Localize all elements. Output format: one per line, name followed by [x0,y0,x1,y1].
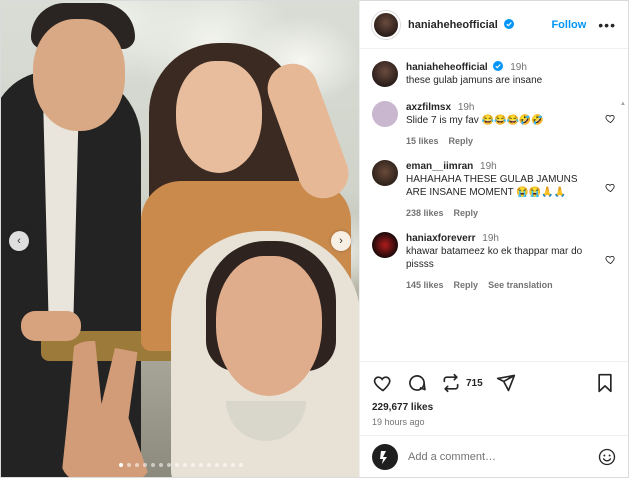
caption: haniaheheofficial 19h these gulab jamuns… [372,61,616,87]
avatar[interactable] [372,61,398,87]
author-name-text: haniaheheofficial [408,18,498,31]
likes-count[interactable]: 229,677 likes [372,402,616,413]
repost-icon [443,373,459,393]
heart-icon[interactable] [605,182,616,193]
more-options-icon[interactable]: ••• [598,17,616,33]
comment-item: haniaxforeverr 19h khawar batameez ko ek… [372,232,616,290]
avatar[interactable] [372,443,398,470]
reply-button[interactable]: Reply [449,136,474,146]
author-username[interactable]: haniaheheofficial [408,18,514,31]
carousel-dot [159,463,163,467]
repost-button[interactable] [440,372,462,394]
avatar[interactable] [372,160,398,186]
carousel-dot [119,463,123,467]
carousel-dot [135,463,139,467]
add-comment-bar [360,435,628,477]
repost-count: 715 [466,377,483,389]
comment-time: 19h [482,233,499,244]
post-header: haniaheheofficial Follow ••• [360,1,628,49]
follow-button[interactable]: Follow [551,19,586,31]
comment-button[interactable] [406,372,428,394]
carousel-dot [127,463,131,467]
comment-likes[interactable]: 15 likes [406,136,439,146]
verified-badge-icon [493,61,504,71]
avatar[interactable] [372,101,398,127]
post-actions: 715 229,677 likes 19 hours ago [360,361,628,435]
carousel-dot [239,463,243,467]
post-modal: ‹ › haniaheheofficial Follow ••• ▲ hania… [0,0,629,478]
carousel-dot [223,463,227,467]
carousel-dot [183,463,187,467]
like-button[interactable] [372,372,394,394]
caption-username[interactable]: haniaheheofficial [406,62,488,73]
comments-list[interactable]: ▲ haniaheheofficial 19h these gulab jamu… [360,49,628,361]
comment-username[interactable]: haniaxforeverr [406,233,475,244]
carousel-dot [167,463,171,467]
photo-figure [33,19,125,131]
comment-text: khawar batameez ko ek thappar mar do pis… [406,246,583,270]
comment-time: 19h [480,161,497,172]
heart-icon[interactable] [605,254,616,265]
post-photo[interactable]: ‹ › [1,1,359,477]
reply-button[interactable]: Reply [454,280,479,290]
caption-time: 19h [510,62,527,73]
photo-figure [176,61,262,173]
chevron-left-icon: ‹ [17,235,21,247]
comment-item: axzfilmsx 19h Slide 7 is my fav 😂😂😂🤣🤣 15… [372,101,616,146]
comment-icon [409,375,426,391]
comment-username[interactable]: eman__iimran [406,161,473,172]
see-translation-button[interactable]: See translation [488,280,553,290]
carousel-prev-button[interactable]: ‹ [9,231,29,251]
comment-text: Slide 7 is my fav 😂😂😂🤣🤣 [406,115,544,126]
heart-icon[interactable] [605,113,616,124]
carousel-dot [199,463,203,467]
save-button[interactable] [594,372,616,394]
scroll-up-icon[interactable]: ▲ [620,101,626,107]
carousel-next-button[interactable]: › [331,231,351,251]
reply-button[interactable]: Reply [454,208,479,218]
carousel-dot [143,463,147,467]
avatar[interactable] [372,232,398,258]
photo-figure [21,311,81,341]
emoji-icon[interactable] [598,448,616,466]
caption-text: these gulab jamuns are insane [406,75,543,86]
user-logo-icon [380,450,387,464]
carousel-dot [175,463,179,467]
avatar[interactable] [372,10,400,39]
carousel-dot [207,463,211,467]
carousel-indicator [101,463,261,467]
comment-username[interactable]: axzfilmsx [406,102,451,113]
post-time[interactable]: 19 hours ago [372,417,616,427]
carousel-dot [151,463,155,467]
carousel-dot [191,463,195,467]
share-button[interactable] [495,372,517,394]
photo-figure [216,256,322,396]
comment-time: 19h [457,102,475,113]
heart-icon [373,376,391,392]
post-sidebar: haniaheheofficial Follow ••• ▲ haniahehe… [359,1,628,477]
verified-badge-icon [503,18,514,29]
comment-text: HAHAHAHA THESE GULAB JAMUNS ARE INSANE M… [406,174,578,198]
carousel-dot [215,463,219,467]
comment-item: eman__iimran 19h HAHAHAHA THESE GULAB JA… [372,160,616,218]
chevron-right-icon: › [339,235,343,247]
carousel-dot [231,463,235,467]
comment-likes[interactable]: 145 likes [406,280,444,290]
comment-input[interactable] [408,450,598,463]
bookmark-icon [598,373,612,393]
comment-likes[interactable]: 238 likes [406,208,444,218]
share-icon [496,374,515,392]
